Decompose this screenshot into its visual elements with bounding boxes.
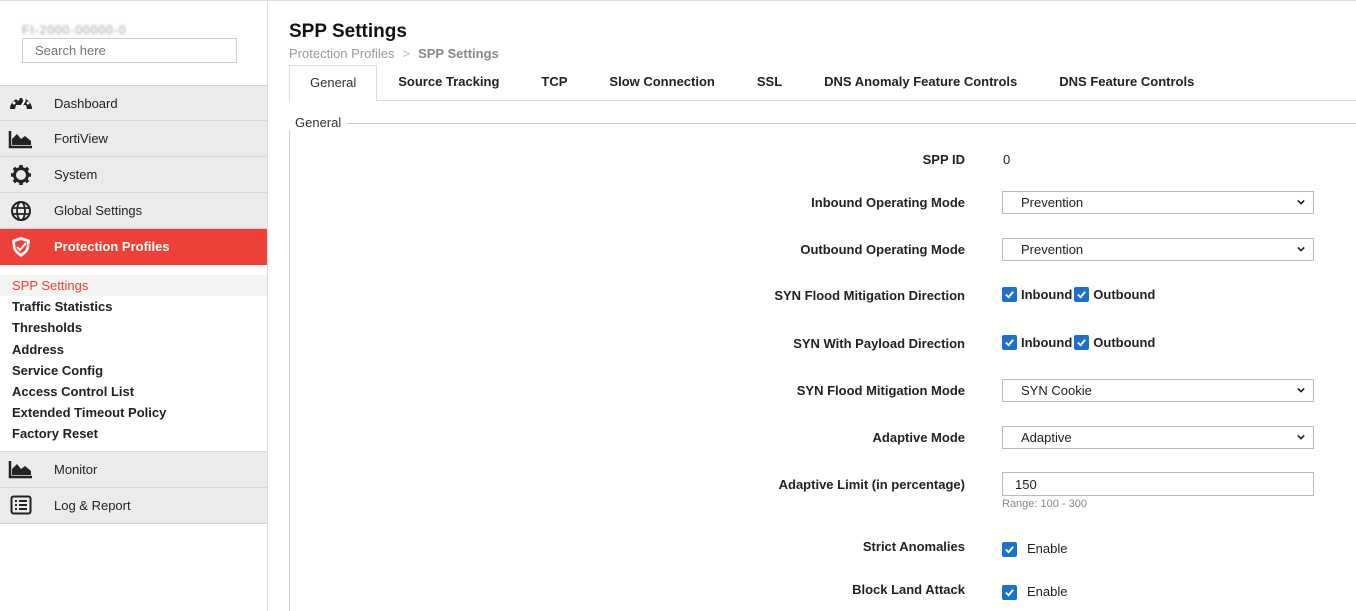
sidebar-item-label: Protection Profiles xyxy=(54,239,170,254)
outbound-option-label: Outbound xyxy=(1093,335,1156,350)
breadcrumb-current: SPP Settings xyxy=(418,46,499,61)
tab-general[interactable]: General xyxy=(289,65,378,102)
submenu-item-access-control-list[interactable]: Access Control List xyxy=(0,381,267,402)
sidebar-item-label: System xyxy=(54,167,98,182)
sidebar-item-dashboard[interactable]: Dashboard xyxy=(0,85,267,121)
submenu-item-factory-reset[interactable]: Factory Reset xyxy=(0,423,267,444)
submenu-item-extended-timeout-policy[interactable]: Extended Timeout Policy xyxy=(0,402,267,423)
adaptive-mode-label: Adaptive Mode xyxy=(872,430,965,445)
syn-flood-mode-label: SYN Flood Mitigation Mode xyxy=(796,383,965,398)
sidebar-item-global-settings[interactable]: Global Settings xyxy=(0,193,267,229)
outbound-mode-select[interactable]: Prevention xyxy=(1002,238,1314,261)
sidebar-item-label: Log & Report xyxy=(54,497,131,513)
main-content: SPP Settings Protection Profiles > SPP Set… xyxy=(268,1,1356,611)
strict-anomalies-option: Enable xyxy=(1002,539,1067,557)
shield-icon xyxy=(0,229,40,265)
checkmark-icon xyxy=(1005,546,1014,554)
sidebar: FI-2000-00000-0 Dashboard FortiView Syst… xyxy=(0,1,268,611)
breadcrumb-link[interactable]: Protection Profiles xyxy=(289,46,395,61)
tab-source-tracking[interactable]: Source Tracking xyxy=(377,65,520,101)
inbound-mode-label: Inbound Operating Mode xyxy=(811,195,965,210)
submenu-item-address[interactable]: Address xyxy=(0,339,267,360)
select-value: Prevention xyxy=(1021,195,1084,210)
syn-payload-direction-options: Inbound Outbound xyxy=(1002,335,1155,350)
spp-id-label: SPP ID xyxy=(922,152,965,167)
breadcrumb-separator: > xyxy=(402,46,411,61)
search-input[interactable] xyxy=(22,38,237,63)
chevron-down-icon xyxy=(1297,246,1305,252)
syn-flood-direction-label: SYN Flood Mitigation Direction xyxy=(774,288,965,303)
select-value: SYN Cookie xyxy=(1021,383,1092,398)
dashboard-icon xyxy=(0,85,40,121)
fieldset-legend: General xyxy=(289,115,348,130)
block-land-attack-option: Enable xyxy=(1002,582,1067,600)
hostname: FI-2000-00000-0 xyxy=(22,23,127,37)
checkmark-icon xyxy=(1077,291,1087,299)
spp-id-value: 0 xyxy=(1003,152,1011,167)
chevron-down-icon xyxy=(1297,387,1305,393)
tab-dns-feature-controls[interactable]: DNS Feature Controls xyxy=(1038,65,1215,101)
tab-tcp[interactable]: TCP xyxy=(520,65,588,101)
sidebar-menu: Dashboard FortiView System Global Settin… xyxy=(0,85,267,524)
block-land-attack-label: Block Land Attack xyxy=(852,582,965,597)
sidebar-item-protection-profiles[interactable]: Protection Profiles xyxy=(0,229,267,265)
syn-flood-direction-options: Inbound Outbound xyxy=(1002,287,1155,302)
chevron-down-icon xyxy=(1297,199,1305,205)
tab-ssl[interactable]: SSL xyxy=(736,65,803,101)
syn-payload-direction-label: SYN With Payload Direction xyxy=(793,336,965,351)
sidebar-item-log-report[interactable]: Log & Report xyxy=(0,487,267,524)
sidebar-item-label: FortiView xyxy=(54,131,108,146)
inbound-checkbox[interactable] xyxy=(1002,335,1017,350)
globe-icon xyxy=(0,193,40,229)
area-chart-icon xyxy=(0,451,40,487)
adaptive-limit-input[interactable]: 150 xyxy=(1002,472,1314,496)
chevron-down-icon xyxy=(1297,434,1305,440)
sidebar-item-fortiview[interactable]: FortiView xyxy=(0,121,267,157)
sidebar-item-label: Dashboard xyxy=(54,95,118,111)
strict-anomalies-checkbox[interactable] xyxy=(1002,542,1017,557)
area-chart-icon xyxy=(0,121,40,157)
checkmark-icon xyxy=(1005,589,1014,597)
page-title: SPP Settings xyxy=(289,21,407,42)
block-land-attack-checkbox[interactable] xyxy=(1002,585,1017,600)
syn-flood-mode-select[interactable]: SYN Cookie xyxy=(1002,379,1314,402)
checkmark-icon xyxy=(1005,291,1014,299)
inbound-mode-select[interactable]: Prevention xyxy=(1002,191,1314,214)
enable-label: Enable xyxy=(1027,583,1068,599)
enable-label: Enable xyxy=(1027,540,1068,556)
inbound-option-label: Inbound xyxy=(1021,335,1073,350)
checkmark-icon xyxy=(1005,339,1014,347)
list-icon xyxy=(0,487,40,523)
gear-icon xyxy=(0,157,40,193)
sidebar-item-system[interactable]: System xyxy=(0,157,267,193)
inbound-checkbox[interactable] xyxy=(1002,287,1017,302)
adaptive-mode-select[interactable]: Adaptive xyxy=(1002,426,1314,449)
select-value: Adaptive xyxy=(1021,430,1072,445)
outbound-mode-label: Outbound Operating Mode xyxy=(800,242,965,257)
outbound-option-label: Outbound xyxy=(1093,287,1156,302)
checkmark-icon xyxy=(1077,339,1087,347)
submenu-item-traffic-statistics[interactable]: Traffic Statistics xyxy=(0,296,267,317)
sidebar-item-label: Global Settings xyxy=(54,203,143,218)
sidebar-item-monitor[interactable]: Monitor xyxy=(0,451,267,488)
adaptive-limit-range-hint: Range: 100 - 300 xyxy=(1002,498,1088,510)
breadcrumb: Protection Profiles > SPP Settings xyxy=(289,46,499,61)
protection-profiles-submenu: SPP Settings Traffic Statistics Threshol… xyxy=(0,265,267,452)
adaptive-limit-label: Adaptive Limit (in percentage) xyxy=(778,477,965,492)
strict-anomalies-label: Strict Anomalies xyxy=(862,539,965,554)
submenu-item-spp-settings[interactable]: SPP Settings xyxy=(0,275,267,297)
tab-bar: General Source Tracking TCP Slow Connect… xyxy=(289,65,1356,102)
sidebar-item-label: Monitor xyxy=(54,461,98,477)
tab-slow-connection[interactable]: Slow Connection xyxy=(588,65,735,101)
app-window: FI-2000-00000-0 Dashboard FortiView Syst… xyxy=(0,0,1356,611)
outbound-checkbox[interactable] xyxy=(1074,287,1090,302)
select-value: Prevention xyxy=(1021,242,1084,257)
submenu-item-service-config[interactable]: Service Config xyxy=(0,360,267,381)
submenu-item-thresholds[interactable]: Thresholds xyxy=(0,317,267,338)
inbound-option-label: Inbound xyxy=(1021,287,1073,302)
outbound-checkbox[interactable] xyxy=(1074,335,1090,350)
tab-dns-anomaly-feature-controls[interactable]: DNS Anomaly Feature Controls xyxy=(803,65,1038,101)
